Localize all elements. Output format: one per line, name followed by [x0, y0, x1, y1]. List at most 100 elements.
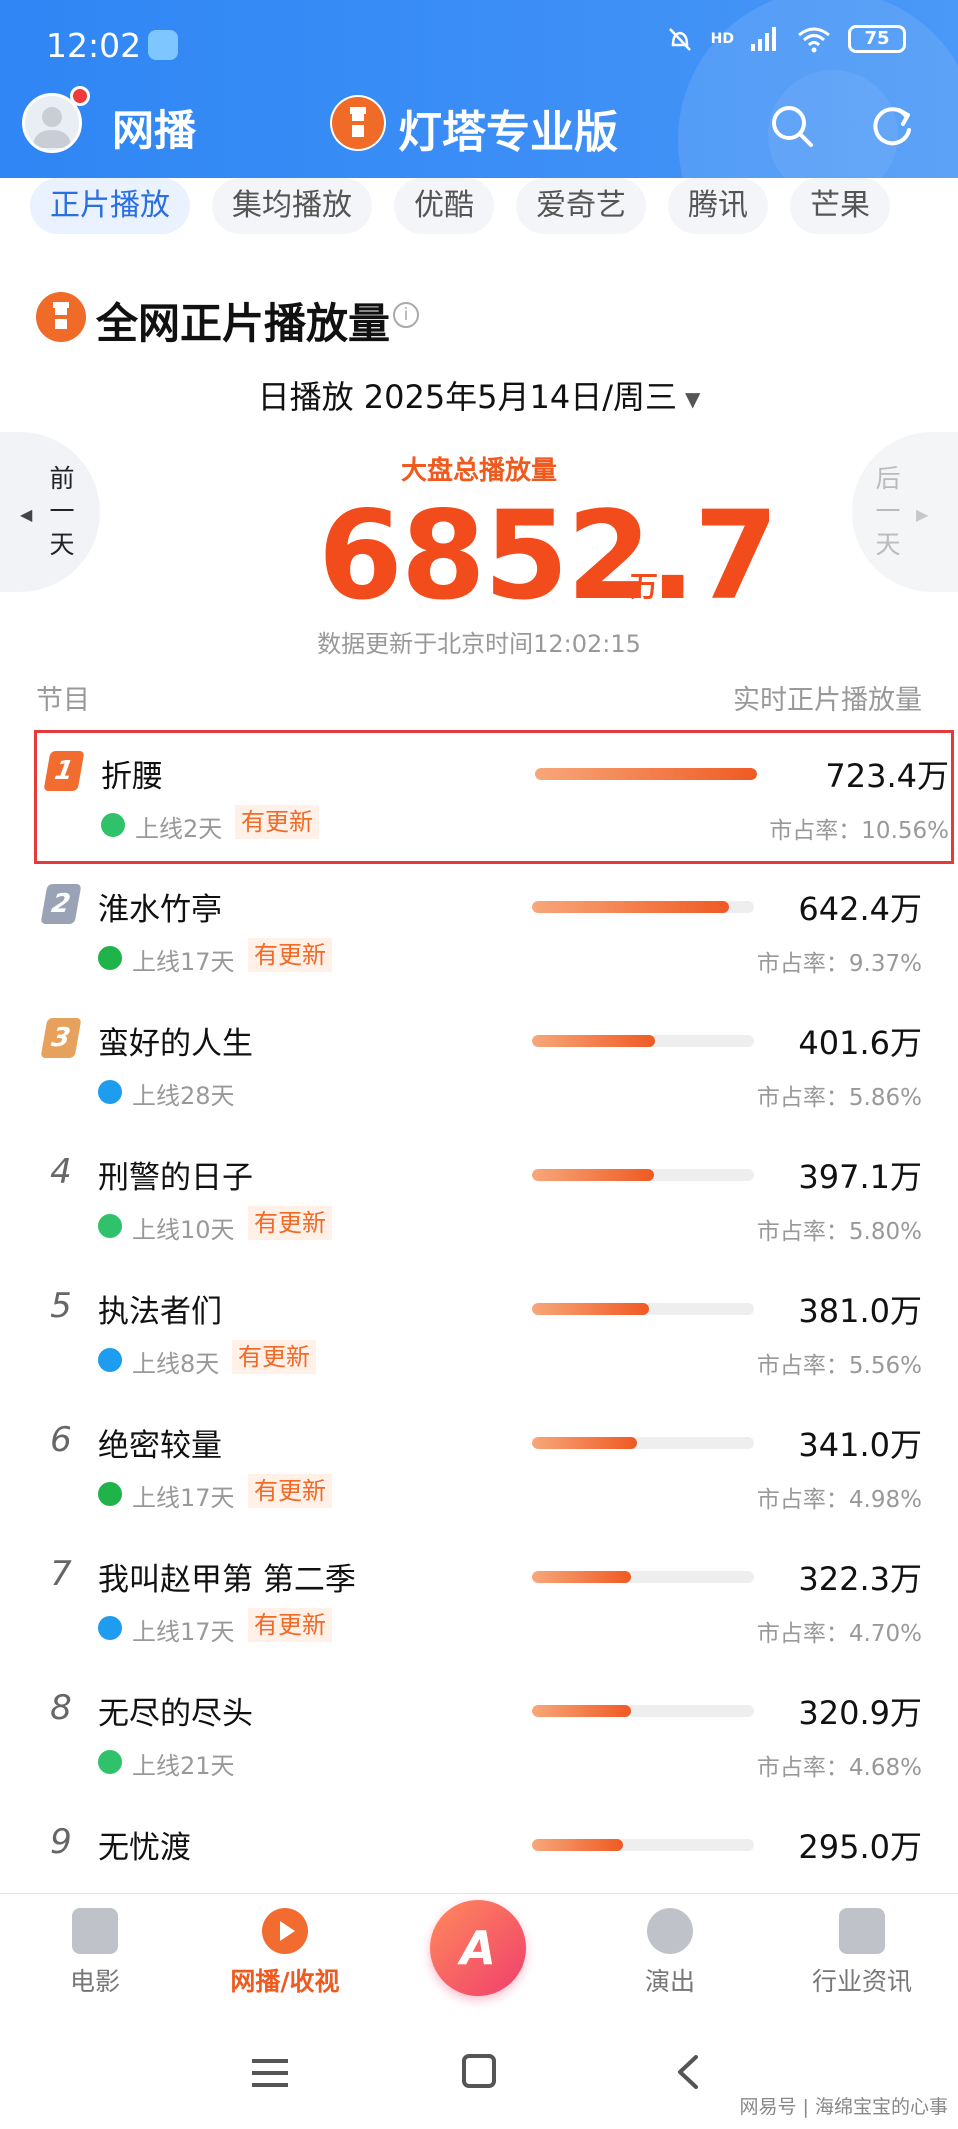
- rank-badge: 1: [43, 751, 85, 791]
- column-header-views: 实时正片播放量: [733, 685, 922, 716]
- nav-label: 行业资讯: [811, 1967, 912, 1996]
- nav-webcast[interactable]: 网播/收视: [220, 1908, 350, 1998]
- total-label: 大盘总播放量: [400, 456, 557, 486]
- lighthouse-logo-icon: [330, 95, 386, 151]
- list-item[interactable]: 2 淮水竹亭上线17天 有更新 642.4万市占率：9.37%: [0, 866, 958, 998]
- rank-badge: 9: [50, 1822, 72, 1862]
- market-share: 市占率：5.80%: [756, 1219, 922, 1245]
- progress-fill: [532, 901, 730, 913]
- program-title: 绝密较量: [98, 1428, 222, 1464]
- menu-icon[interactable]: [252, 2058, 288, 2088]
- online-days: 上线17天: [132, 1484, 235, 1512]
- update-badge: 有更新: [248, 938, 332, 972]
- caret-down-icon: ▼: [685, 387, 701, 411]
- progress-bar: [532, 1705, 754, 1717]
- rank-badge: 2: [40, 884, 82, 924]
- view-count: 322.3万: [798, 1560, 922, 1598]
- tab-tencent[interactable]: 腾讯: [668, 178, 768, 234]
- nav-movie[interactable]: 电影: [30, 1908, 160, 1998]
- view-count: 401.6万: [798, 1024, 922, 1062]
- progress-bar: [532, 1035, 754, 1047]
- view-count: 642.4万: [798, 890, 922, 928]
- tab-jijun[interactable]: 集均播放: [212, 178, 372, 234]
- youku-platform-icon: [98, 1348, 122, 1372]
- progress-fill: [532, 1035, 656, 1047]
- info-icon[interactable]: i: [393, 302, 419, 328]
- progress-fill: [532, 1169, 654, 1181]
- user-icon: [33, 107, 71, 148]
- center-app-button[interactable]: A: [430, 1900, 526, 1996]
- view-count: 723.4万: [825, 757, 949, 795]
- nav-label: 网播/收视: [230, 1967, 340, 1996]
- list-item[interactable]: 3 蛮好的人生 上线28天 401.6万 市占率：5.86%: [0, 1000, 958, 1132]
- update-badge: 有更新: [235, 805, 319, 839]
- tab-mango[interactable]: 芒果: [790, 178, 890, 234]
- list-item[interactable]: 8 无尽的尽头 上线21天 320.9万 市占率：4.68%: [0, 1670, 958, 1802]
- tencent-platform-icon: [98, 1750, 122, 1774]
- market-share: 市占率：5.56%: [756, 1353, 922, 1379]
- market-share: 市占率：4.70%: [756, 1621, 922, 1647]
- search-icon: [772, 106, 813, 147]
- nav-news[interactable]: 行业资讯: [797, 1908, 927, 1998]
- update-badge: 有更新: [248, 1206, 332, 1240]
- battery-indicator: 75: [848, 25, 906, 53]
- rank-badge: 6: [50, 1420, 72, 1460]
- progress-bar: [532, 1303, 754, 1315]
- date-selector[interactable]: 日播放 2025年5月14日/周三 ▼: [0, 372, 958, 418]
- back-icon[interactable]: [672, 2054, 702, 2090]
- youku-platform-icon: [98, 1080, 122, 1104]
- market-share: 市占率：10.56%: [769, 818, 949, 844]
- iqiyi-platform-icon: [98, 946, 122, 970]
- home-icon[interactable]: [462, 2054, 496, 2088]
- tencent-platform-icon: [101, 813, 125, 837]
- document-icon: [839, 1908, 885, 1954]
- list-item[interactable]: 6 绝密较量 上线17天 有更新 341.0万 市占率：4.98%: [0, 1402, 958, 1534]
- update-badge: 有更新: [248, 1608, 332, 1642]
- list-item[interactable]: 7 我叫赵甲第 第二季 上线17天 有更新 322.3万 市占率：4.70%: [0, 1536, 958, 1668]
- progress-bar: [532, 1571, 754, 1583]
- total-unit: 万: [630, 570, 659, 603]
- progress-fill: [532, 1571, 631, 1583]
- header-tab-label[interactable]: 网播: [112, 97, 196, 158]
- program-title: 无忧渡: [98, 1830, 191, 1866]
- market-share: 市占率：5.86%: [756, 1085, 922, 1111]
- platform-tabs: 正片播放 集均播放 优酷 爱奇艺 腾讯 芒果: [30, 178, 890, 234]
- section-title: 全网正片播放量: [96, 299, 391, 348]
- tab-iqiyi[interactable]: 爱奇艺: [516, 178, 646, 234]
- search-button[interactable]: [766, 100, 818, 152]
- list-item[interactable]: 4 刑警的日子 上线10天 有更新 397.1万 市占率：5.80%: [0, 1134, 958, 1266]
- progress-fill: [532, 1839, 623, 1851]
- online-days: 上线17天: [132, 948, 235, 976]
- status-icons: HD 75: [665, 24, 906, 54]
- tab-youku[interactable]: 优酷: [394, 178, 494, 234]
- view-count: 381.0万: [798, 1292, 922, 1330]
- refresh-button[interactable]: [866, 100, 918, 152]
- market-share: 市占率：9.37%: [756, 951, 922, 977]
- watermark: 网易号 | 海绵宝宝的心事: [739, 2096, 948, 2118]
- app-notification-icon: [148, 30, 178, 60]
- signal-icon: [751, 27, 776, 51]
- program-title: 刑警的日子: [98, 1160, 253, 1196]
- refresh-icon: [873, 107, 911, 146]
- program-title: 淮水竹亭: [98, 892, 222, 928]
- iqiyi-platform-icon: [98, 1482, 122, 1506]
- online-days: 上线2天: [135, 815, 223, 843]
- mute-bell-icon: [668, 28, 691, 51]
- list-item[interactable]: 5 执法者们 上线8天 有更新 381.0万 市占率：5.56%: [0, 1268, 958, 1400]
- list-item[interactable]: 1 折腰上线2天 有更新 723.4万市占率：10.56%: [34, 730, 954, 864]
- program-title: 折腰: [101, 759, 163, 795]
- tencent-platform-icon: [98, 1214, 122, 1238]
- program-title: 执法者们: [98, 1294, 222, 1330]
- tab-zhengpian[interactable]: 正片播放: [30, 178, 190, 234]
- movie-icon: [72, 1908, 118, 1954]
- rank-badge: 5: [50, 1286, 72, 1326]
- rank-badge: 7: [50, 1554, 72, 1594]
- nav-show[interactable]: 演出: [605, 1908, 735, 1998]
- progress-bar: [532, 1437, 754, 1449]
- rank-badge: 4: [50, 1152, 72, 1192]
- view-count: 320.9万: [798, 1694, 922, 1732]
- nav-label: 演出: [644, 1967, 695, 1996]
- online-days: 上线21天: [132, 1752, 235, 1780]
- brand-title: 灯塔专业版: [398, 107, 618, 158]
- progress-bar: [532, 1169, 754, 1181]
